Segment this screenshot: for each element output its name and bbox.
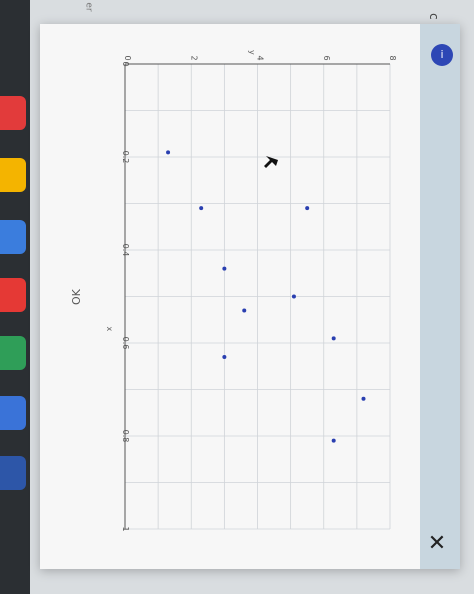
app-icon-files[interactable] bbox=[0, 396, 26, 430]
app-icon-docs[interactable] bbox=[0, 220, 26, 254]
x-axis-label: x bbox=[105, 327, 114, 332]
data-point bbox=[291, 294, 296, 299]
data-point bbox=[305, 206, 310, 211]
desktop-taskbar bbox=[0, 0, 30, 594]
background-side-text: er bbox=[83, 2, 94, 12]
app-icon-chrome[interactable] bbox=[0, 158, 26, 192]
chart-grid bbox=[124, 63, 391, 530]
y-tick-label: 2 bbox=[189, 55, 198, 60]
data-point bbox=[199, 206, 204, 211]
data-point bbox=[361, 396, 366, 401]
app-icon-kiki[interactable] bbox=[0, 456, 26, 490]
y-axis-label: y bbox=[248, 50, 257, 55]
y-tick-label: 8 bbox=[388, 55, 397, 60]
x-tick-label: 0.2 bbox=[121, 151, 130, 164]
info-icon[interactable]: i bbox=[431, 44, 453, 66]
app-icon-drive[interactable] bbox=[0, 336, 26, 370]
x-tick-label: 0 bbox=[121, 61, 130, 66]
data-point bbox=[222, 266, 227, 271]
close-button[interactable]: ✕ bbox=[426, 533, 448, 555]
data-point bbox=[222, 354, 227, 359]
data-point bbox=[331, 336, 336, 341]
y-tick-label: 0 bbox=[123, 55, 132, 60]
graph-dialog: i ✕ OK 0 0.2 0.4 0.6 0.8 1 0 2 4 6 8 x y bbox=[40, 24, 460, 569]
data-point bbox=[242, 308, 247, 313]
app-icon-youtube[interactable] bbox=[0, 278, 26, 312]
y-tick-label: 6 bbox=[322, 55, 331, 60]
x-tick-label: 0.4 bbox=[121, 244, 130, 257]
mouse-cursor-icon bbox=[264, 156, 278, 168]
chart-ticks: 0 0.2 0.4 0.6 0.8 1 0 2 4 6 8 bbox=[121, 55, 397, 531]
x-tick-label: 0.8 bbox=[121, 430, 130, 443]
scatter-chart: 0 0.2 0.4 0.6 0.8 1 0 2 4 6 8 x y bbox=[105, 50, 397, 532]
data-point bbox=[331, 438, 336, 443]
x-tick-label: 1 bbox=[121, 526, 130, 531]
y-tick-label: 4 bbox=[256, 55, 265, 60]
app-icon-red[interactable] bbox=[0, 96, 26, 130]
x-tick-label: 0.6 bbox=[121, 337, 130, 350]
dialog-side-bar bbox=[420, 24, 460, 569]
data-point bbox=[166, 150, 171, 155]
